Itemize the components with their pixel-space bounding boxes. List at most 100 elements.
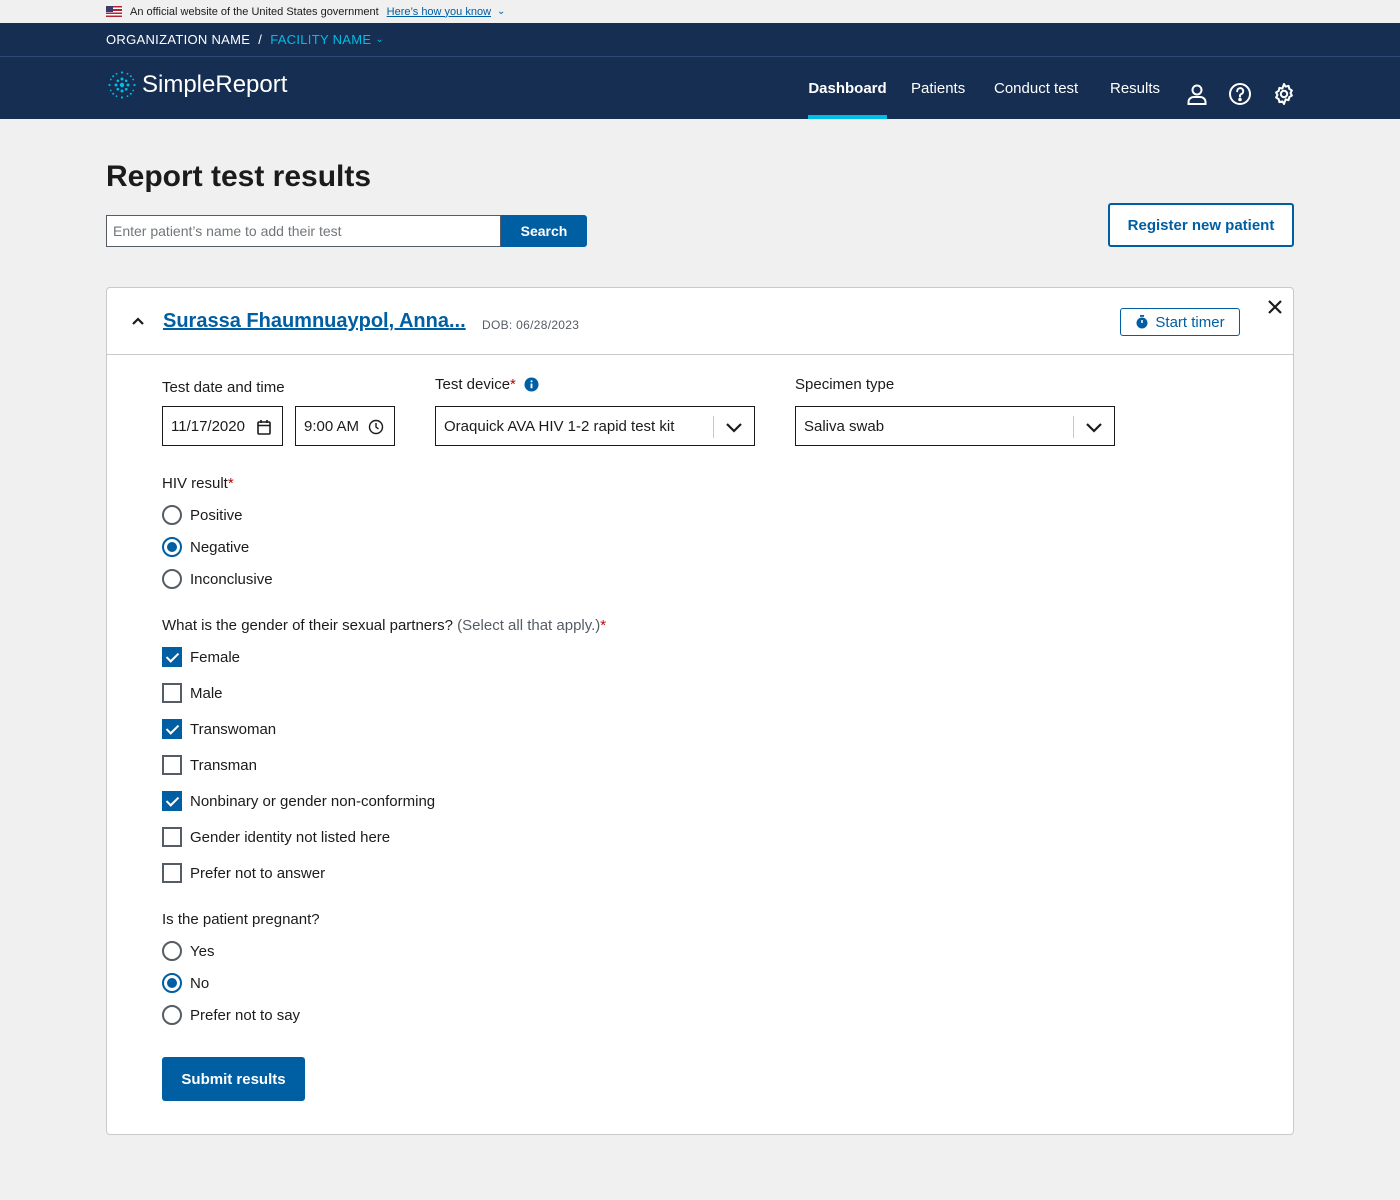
pregnant-question: Is the patient pregnant? [162,911,320,928]
option-label: Female [190,648,241,666]
submit-results-button[interactable]: Submit results [162,1057,305,1101]
test-time-value: 9:00 AM [304,417,360,435]
option-label: Transman [190,756,257,774]
pregnant-no[interactable]: No [162,973,209,993]
test-card: Surassa Fhaumnuaypol, Anna... DOB: 06/28… [106,287,1294,1135]
required-mark: * [510,376,516,393]
specimen-type-select[interactable]: Saliva swab [795,406,1115,446]
info-icon[interactable] [524,377,539,392]
option-label: Nonbinary or gender non-conforming [190,792,436,810]
radio-button[interactable] [162,1005,182,1025]
option-label: Inconclusive [190,570,273,588]
test-date-label: Test date and time [162,379,285,396]
start-timer-button[interactable]: Start timer [1120,308,1240,336]
user-icon[interactable] [1185,82,1209,106]
calendar-icon[interactable] [256,419,272,435]
pregnant-yes[interactable]: Yes [162,941,214,961]
partner-option-prefer-not[interactable]: Prefer not to answer [162,863,325,883]
test-device-select[interactable]: Oraquick AVA HIV 1-2 rapid test kit [435,406,755,446]
radio-button[interactable] [162,537,182,557]
option-label: Prefer not to answer [190,864,326,882]
option-label: Yes [190,942,215,960]
partner-option-not-listed[interactable]: Gender identity not listed here [162,827,390,847]
patient-dob: DOB: 06/28/2023 [482,318,580,332]
partners-question-text: What is the gender of their sexual partn… [162,617,453,634]
nav-results[interactable]: Results [1110,57,1160,119]
partner-option-transwoman[interactable]: Transwoman [162,719,276,739]
option-label: No [190,974,210,992]
specimen-type-value: Saliva swab [804,417,885,435]
test-device-label: Test device* [435,376,516,393]
chevron-down-icon[interactable]: ⌄ [375,34,384,45]
option-label: Gender identity not listed here [190,828,391,846]
radio-button[interactable] [162,569,182,589]
chevron-down-icon[interactable] [1085,420,1103,434]
partner-option-male[interactable]: Male [162,683,223,703]
radio-button[interactable] [162,973,182,993]
gov-banner-text: An official website of the United States… [130,5,379,18]
select-divider [713,416,714,438]
option-label: Prefer not to say [190,1006,301,1024]
patient-name-link[interactable]: Surassa Fhaumnuaypol, Anna... [163,310,466,333]
checkbox[interactable] [162,827,182,847]
test-device-label-text: Test device [435,376,511,393]
test-date-input[interactable]: 11/17/2020 [162,406,283,446]
radio-button[interactable] [162,505,182,525]
gov-banner: An official website of the United States… [0,0,1400,23]
clock-icon[interactable] [368,419,384,435]
org-bar: ORGANIZATION NAME / FACILITY NAME ⌄ [0,23,1400,57]
logo[interactable]: SimpleReport [106,69,287,101]
nav-conduct-test[interactable]: Conduct test [994,57,1078,119]
option-label: Transwoman [190,720,277,738]
logo-icon [108,71,136,99]
pregnant-prefer-not[interactable]: Prefer not to say [162,1005,300,1025]
checkbox[interactable] [162,647,182,667]
partner-option-nonbinary[interactable]: Nonbinary or gender non-conforming [162,791,435,811]
start-timer-label: Start timer [1155,313,1225,331]
specimen-type-label: Specimen type [795,376,895,393]
partner-option-transman[interactable]: Transman [162,755,257,775]
gear-icon[interactable] [1272,82,1296,106]
help-icon[interactable] [1228,82,1252,106]
hiv-result-inconclusive[interactable]: Inconclusive [162,569,273,589]
app-name: SimpleReport [142,71,288,98]
checkbox[interactable] [162,791,182,811]
test-time-input[interactable]: 9:00 AM [295,406,395,446]
checkbox[interactable] [162,719,182,739]
checkbox[interactable] [162,863,182,883]
search-input[interactable] [106,215,501,247]
hiv-result-negative[interactable]: Negative [162,537,249,557]
partner-option-female[interactable]: Female [162,647,240,667]
organization-name: ORGANIZATION NAME [106,32,251,47]
breadcrumb-separator: / [258,32,263,47]
chevron-down-icon[interactable]: ⌄ [497,6,505,17]
required-mark: * [227,475,234,492]
checkbox[interactable] [162,755,182,775]
close-icon[interactable] [1268,300,1282,314]
chevron-down-icon[interactable] [725,420,743,434]
checkbox[interactable] [162,683,182,703]
chevron-up-icon[interactable] [131,314,145,328]
select-divider [1073,416,1074,438]
search-button[interactable]: Search [501,215,587,247]
facility-selector[interactable]: FACILITY NAME [270,32,371,47]
gov-banner-link[interactable]: Here’s how you know [387,6,491,18]
patient-search: Search [106,215,587,247]
timer-icon [1136,315,1148,329]
test-device-value: Oraquick AVA HIV 1-2 rapid test kit [444,417,675,435]
option-label: Male [190,684,223,702]
hiv-result-label-text: HIV result [162,475,228,492]
nav-patients[interactable]: Patients [911,57,965,119]
radio-button[interactable] [162,941,182,961]
option-label: Negative [190,538,250,556]
register-new-patient-button[interactable]: Register new patient [1108,203,1294,247]
hiv-result-positive[interactable]: Positive [162,505,243,525]
partners-hint: (Select all that apply.) [457,617,601,634]
required-mark: * [600,617,607,634]
page-title: Report test results [106,160,372,193]
hiv-result-label: HIV result* [162,475,234,492]
option-label: Positive [190,506,243,524]
us-flag-icon [106,6,122,17]
nav-dashboard[interactable]: Dashboard [808,57,887,119]
test-card-header: Surassa Fhaumnuaypol, Anna... DOB: 06/28… [107,288,1293,355]
